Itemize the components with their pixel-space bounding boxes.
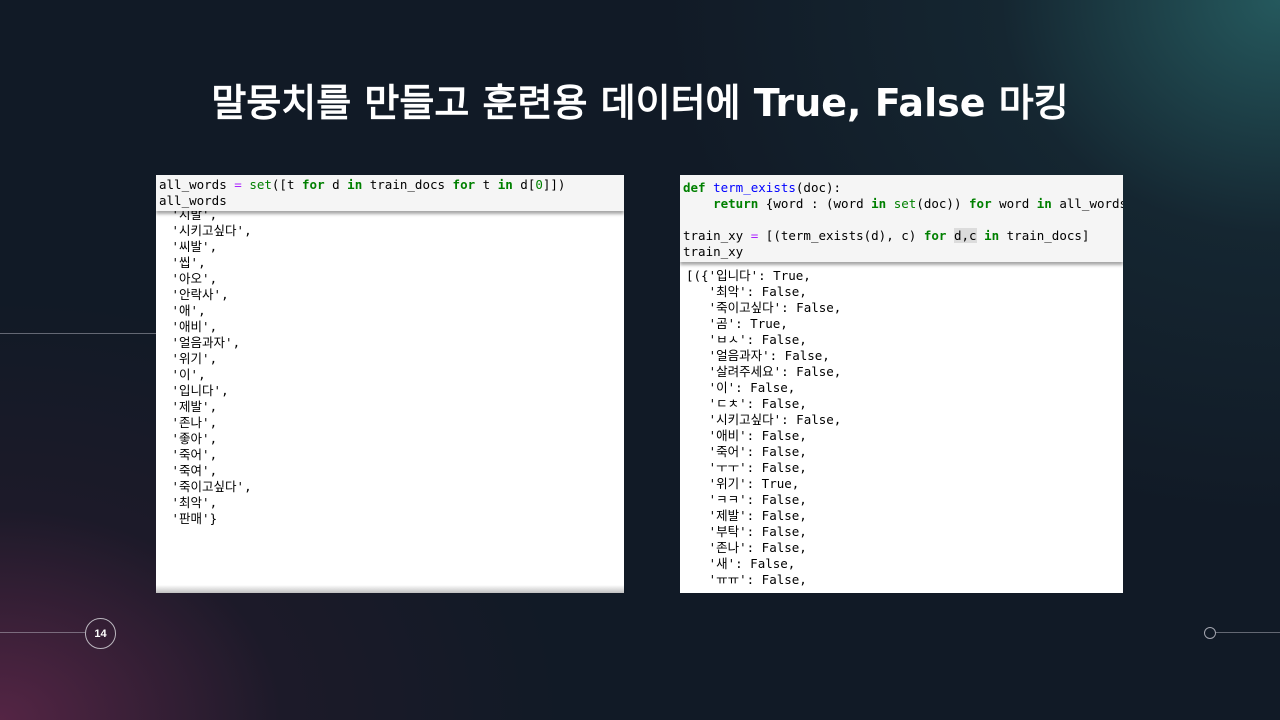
left-code-input[interactable]: all_words = set([t for d in train_docs f…: [156, 175, 624, 211]
output-line: '좋아',: [164, 431, 218, 446]
output-line: '새': False,: [686, 556, 796, 571]
code-line: train_xy = [(term_exists(d), c) for d,c …: [683, 228, 1090, 243]
output-line: '입니다',: [164, 383, 229, 398]
output-line: 'ㅂㅅ': False,: [686, 332, 807, 347]
output-line: '이': False,: [686, 380, 796, 395]
output-line: '위기': True,: [686, 476, 800, 491]
output-line: '안락사',: [164, 287, 229, 302]
output-line: '씹',: [164, 255, 206, 270]
output-line: '존나',: [164, 415, 218, 430]
output-line: '애비': False,: [686, 428, 807, 443]
bottom-left-line: [0, 632, 85, 633]
output-line: '죽이고싶다',: [164, 479, 252, 494]
page-number: 14: [85, 618, 116, 649]
output-line: '판매'}: [164, 511, 218, 526]
output-line: '죽이고싶다': False,: [686, 300, 842, 315]
right-code-output: [({'입니다': True, '최악': False, '죽이고싶다': Fa…: [680, 262, 1123, 588]
output-line: '곰': True,: [686, 316, 788, 331]
left-divider-line: [0, 333, 156, 334]
decorative-circle-icon: [1204, 627, 1216, 639]
output-line: '애',: [164, 303, 206, 318]
output-line: '제발': False,: [686, 508, 807, 523]
left-notebook-cell: all_words = set([t for d in train_docs f…: [156, 175, 624, 593]
code-line: def term_exists(doc):: [683, 180, 842, 195]
output-line: '아오',: [164, 271, 218, 286]
bottom-right-line: [1216, 632, 1280, 633]
output-line: 'ㅜㅜ': False,: [686, 460, 807, 475]
output-line: '씨발',: [164, 239, 218, 254]
output-line: '제발',: [164, 399, 218, 414]
output-line: '얼음과자': False,: [686, 348, 830, 363]
output-line: '위기',: [164, 351, 218, 366]
output-line: 'ㅋㅋ': False,: [686, 492, 807, 507]
code-line: all_words = set([t for d in train_docs f…: [159, 177, 566, 192]
right-notebook-cell: def term_exists(doc): return {word : (wo…: [680, 175, 1123, 593]
output-line: [({'입니다': True,: [686, 268, 811, 283]
left-code-output: '시발', '시키고싶다', '씨발', '씹', '아오', '안락사', '…: [156, 205, 624, 527]
output-line: '얼음과자',: [164, 335, 241, 350]
output-line: '살려주세요': False,: [686, 364, 842, 379]
code-line: all_words: [159, 193, 227, 208]
output-line: '죽여',: [164, 463, 218, 478]
code-line: return {word : (word in set(doc)) for wo…: [713, 196, 1123, 211]
output-line: '죽어': False,: [686, 444, 807, 459]
output-line: 'ㄷㅊ': False,: [686, 396, 807, 411]
output-line: '시키고싶다',: [164, 223, 252, 238]
output-line: '이',: [164, 367, 206, 382]
output-line: 'ㅠㅠ': False,: [686, 572, 807, 587]
output-line: '시키고싶다': False,: [686, 412, 842, 427]
output-line: '존나': False,: [686, 540, 807, 555]
right-code-input[interactable]: def term_exists(doc): return {word : (wo…: [680, 175, 1123, 262]
output-line: '죽어',: [164, 447, 218, 462]
scroll-shadow: [156, 585, 624, 593]
code-line: train_xy: [683, 244, 744, 259]
slide-title: 말뭉치를 만들고 훈련용 데이터에 True, False 마킹: [211, 81, 1069, 125]
output-line: '최악': False,: [686, 284, 807, 299]
output-line: '애비',: [164, 319, 218, 334]
output-line: '부탁': False,: [686, 524, 807, 539]
output-line: '최악',: [164, 495, 218, 510]
